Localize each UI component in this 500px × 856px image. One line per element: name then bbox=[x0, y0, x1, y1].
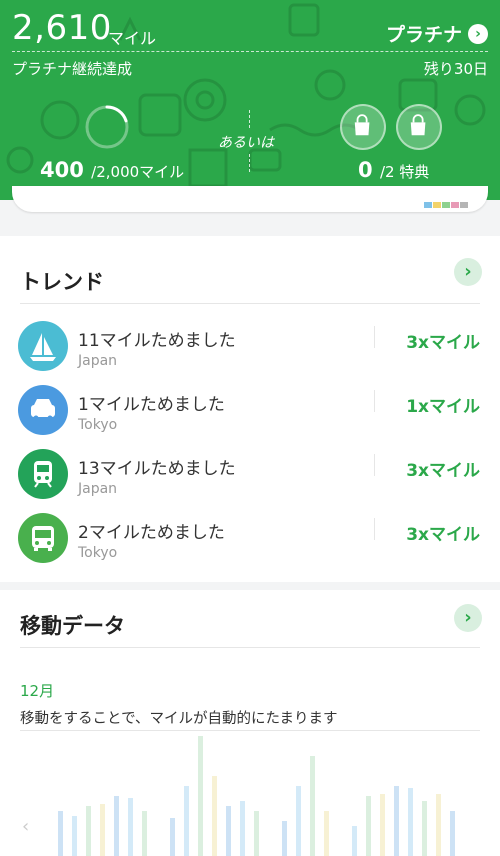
divider bbox=[20, 730, 480, 731]
decorative-bar bbox=[184, 786, 189, 856]
decorative-bar bbox=[142, 811, 147, 856]
list-item[interactable]: 2マイルためました Tokyo 3xマイル bbox=[0, 508, 500, 568]
trend-section: トレンド › 11マイルためました Japan 3xマイル 1マイルためました … bbox=[0, 236, 500, 582]
decorative-bar bbox=[114, 796, 119, 856]
movement-description: 移動をすることで、マイルが自動的にたまります bbox=[20, 711, 338, 727]
decorative-bar bbox=[254, 811, 259, 856]
benefit-current: 0 bbox=[358, 158, 373, 182]
decorative-bar bbox=[100, 804, 105, 856]
benefit-total: /2 特典 bbox=[379, 163, 430, 181]
divider bbox=[20, 647, 480, 648]
progress-current: 400 bbox=[40, 158, 84, 182]
progress-total: /2,000マイル bbox=[91, 163, 185, 181]
chevron-left-icon[interactable]: ‹ bbox=[22, 816, 29, 837]
row-title: 11マイルためました bbox=[78, 331, 236, 351]
section-title: トレンド bbox=[20, 270, 104, 294]
decorative-bar bbox=[58, 811, 63, 856]
section-title: 移動データ bbox=[20, 614, 125, 638]
row-location: Japan bbox=[78, 481, 118, 497]
row-location: Tokyo bbox=[78, 545, 118, 561]
decorative-bar bbox=[212, 776, 217, 856]
divider bbox=[374, 390, 375, 412]
divider bbox=[249, 154, 250, 172]
decorative-bar bbox=[380, 794, 385, 856]
multiplier: 3xマイル bbox=[406, 525, 480, 545]
divider bbox=[374, 326, 375, 348]
car-icon bbox=[18, 385, 68, 435]
movement-bars-graphic bbox=[58, 736, 455, 856]
train-icon bbox=[18, 449, 68, 499]
decorative-bar bbox=[408, 788, 413, 856]
row-title: 13マイルためました bbox=[78, 459, 236, 479]
color-strip bbox=[424, 202, 468, 208]
benefit-progress: 0 /2 特典 bbox=[358, 158, 429, 182]
shopping-bag-icon bbox=[340, 104, 386, 150]
list-item[interactable]: 13マイルためました Japan 3xマイル bbox=[0, 444, 500, 504]
row-title: 2マイルためました bbox=[78, 523, 225, 543]
decorative-bar bbox=[436, 794, 441, 856]
decorative-bar bbox=[422, 801, 427, 856]
movement-more-button[interactable]: › bbox=[454, 604, 482, 632]
or-label: あるいは bbox=[218, 135, 274, 151]
divider bbox=[12, 51, 488, 52]
list-item[interactable]: 1マイルためました Tokyo 1xマイル bbox=[0, 380, 500, 440]
decorative-bar bbox=[296, 786, 301, 856]
row-location: Japan bbox=[78, 353, 118, 369]
miles-total: 2,610 bbox=[12, 8, 112, 48]
decorative-bar bbox=[394, 786, 399, 856]
multiplier: 3xマイル bbox=[406, 461, 480, 481]
decorative-bar bbox=[86, 806, 91, 856]
decorative-bar bbox=[324, 811, 329, 856]
miles-progress: 400 /2,000マイル bbox=[40, 158, 184, 182]
shopping-bag-icon bbox=[396, 104, 442, 150]
divider bbox=[374, 454, 375, 476]
decorative-bar bbox=[282, 821, 287, 856]
decorative-bar bbox=[170, 818, 175, 856]
decorative-bar bbox=[198, 736, 203, 856]
decorative-bar bbox=[366, 796, 371, 856]
multiplier: 3xマイル bbox=[406, 333, 480, 353]
tier-label: プラチナ bbox=[385, 24, 462, 46]
tier-button[interactable]: プラチナ › bbox=[386, 20, 488, 47]
divider bbox=[20, 303, 480, 304]
days-remaining: 残り30日 bbox=[423, 60, 488, 78]
status-text: プラチナ継続達成 bbox=[12, 60, 133, 78]
divider bbox=[249, 110, 250, 128]
list-item[interactable]: 11マイルためました Japan 3xマイル bbox=[0, 316, 500, 376]
row-location: Tokyo bbox=[78, 417, 118, 433]
multiplier: 1xマイル bbox=[406, 397, 480, 417]
bus-icon bbox=[18, 513, 68, 563]
sailboat-icon bbox=[18, 321, 68, 371]
decorative-bar bbox=[310, 756, 315, 856]
decorative-bar bbox=[226, 806, 231, 856]
decorative-bar bbox=[128, 798, 133, 856]
divider bbox=[374, 518, 375, 540]
miles-unit: マイル bbox=[108, 29, 157, 48]
progress-ring bbox=[85, 105, 129, 149]
month-label: 12月 bbox=[20, 682, 55, 700]
decorative-bar bbox=[240, 801, 245, 856]
trend-more-button[interactable]: › bbox=[454, 258, 482, 286]
card-bottom-edge bbox=[12, 186, 488, 212]
row-title: 1マイルためました bbox=[78, 395, 225, 415]
decorative-bar bbox=[352, 826, 357, 856]
decorative-bar bbox=[450, 811, 455, 856]
decorative-bar bbox=[72, 816, 77, 856]
miles-header: 2,610 マイル プラチナ › プラチナ継続達成 残り30日 400 /2,0… bbox=[0, 0, 500, 200]
chevron-right-icon: › bbox=[468, 23, 488, 44]
